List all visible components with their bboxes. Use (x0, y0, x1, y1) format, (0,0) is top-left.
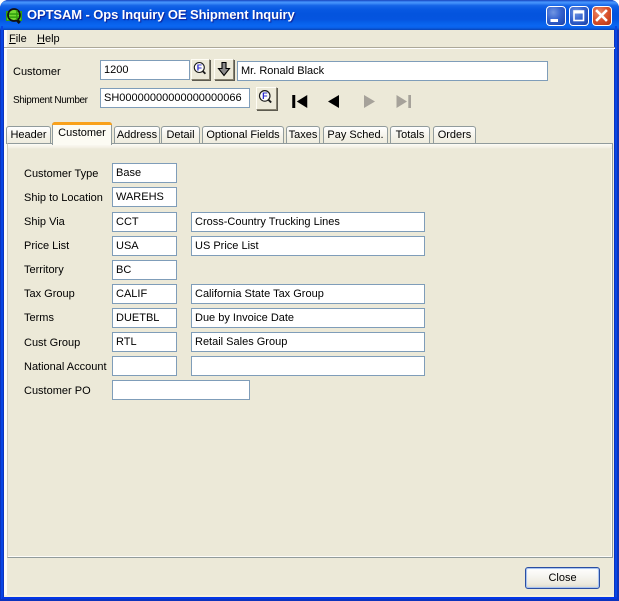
svg-text:F: F (262, 90, 268, 100)
svg-text:F: F (197, 62, 202, 72)
